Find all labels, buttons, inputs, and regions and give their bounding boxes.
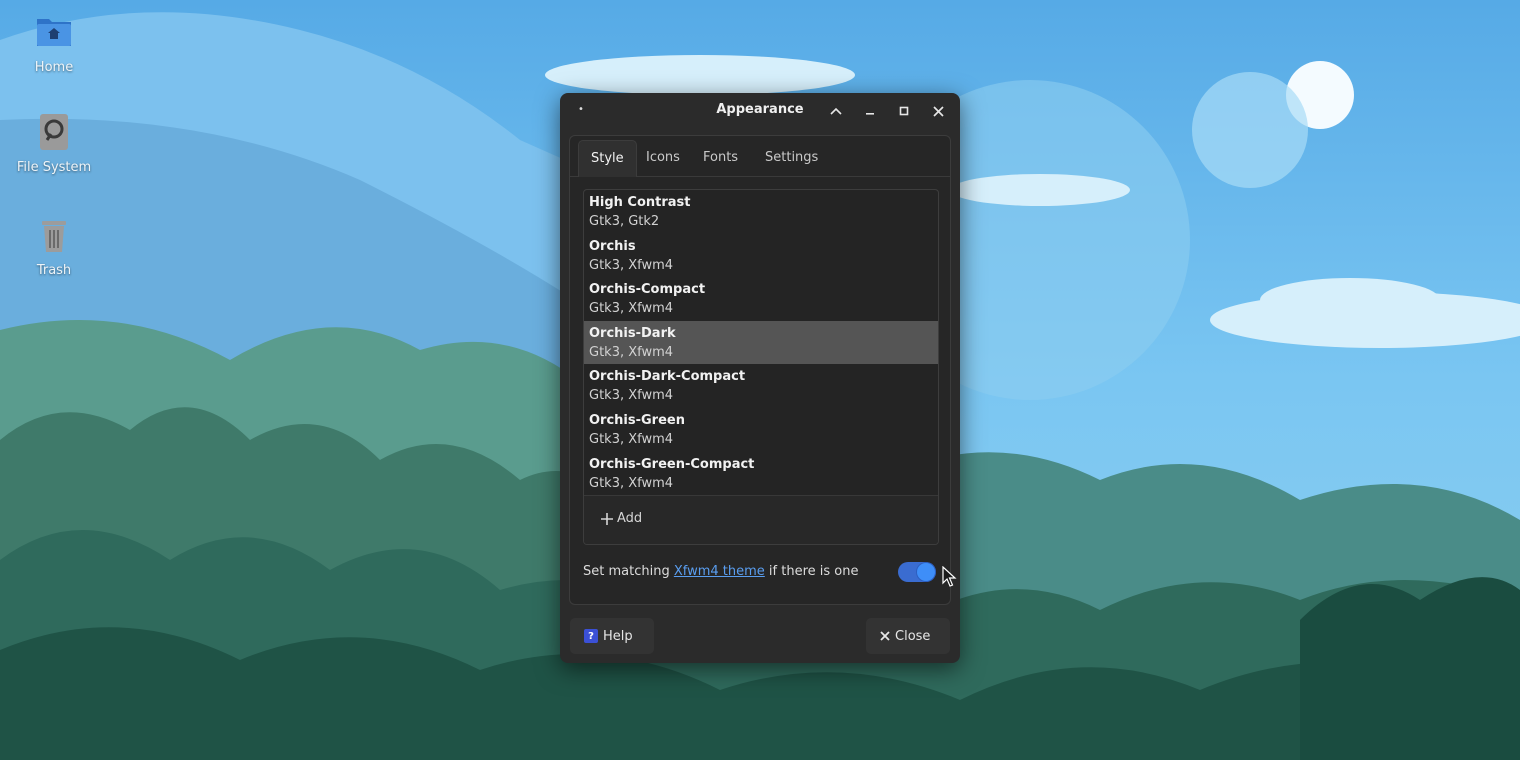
match-theme-toggle[interactable] [898,562,936,582]
appearance-window: • Appearance Style Icons Fonts Settings … [560,93,960,663]
theme-types: Gtk3, Xfwm4 [589,257,674,273]
drive-icon [34,112,74,152]
match-suffix: if there is one [764,564,859,579]
close-button[interactable]: Close [866,618,950,654]
list-item[interactable]: Orchis-Dark-Compact Gtk3, Xfwm4 [584,364,938,408]
close-label: Close [895,628,931,644]
tab-settings[interactable]: Settings [753,140,830,176]
mouse-pointer-icon [942,566,957,587]
theme-name: Orchis-Green-Compact [589,456,755,472]
list-item[interactable]: Orchis-Green Gtk3, Xfwm4 [584,408,938,452]
theme-list[interactable]: High Contrast Gtk3, Gtk2 Orchis Gtk3, Xf… [583,189,939,545]
list-item[interactable]: High Contrast Gtk3, Gtk2 [584,190,938,234]
add-label: Add [617,511,643,526]
desktop-icon-home[interactable]: Home [4,12,104,75]
tab-style[interactable]: Style [578,140,637,177]
plus-icon [601,512,613,525]
match-xfwm-row: Set matching Xfwm4 theme if there is one [583,564,858,579]
add-theme-button[interactable]: Add [600,511,642,526]
list-toolbar: Add [584,495,938,544]
theme-types: Gtk3, Xfwm4 [589,344,674,360]
list-item[interactable]: Orchis-Green-Compact Gtk3, Xfwm4 [584,452,938,496]
help-icon: ? [584,629,598,643]
help-label: Help [603,628,633,644]
tab-bar: Style Icons Fonts Settings [570,136,950,177]
trash-icon [34,215,74,255]
theme-types: Gtk3, Gtk2 [589,214,660,229]
list-item[interactable]: Orchis Gtk3, Xfwm4 [584,234,938,278]
list-item-selected[interactable]: Orchis-Dark Gtk3, Xfwm4 [584,320,938,365]
maximize-button[interactable] [894,101,914,121]
minimize-button[interactable] [860,101,880,121]
tab-icons[interactable]: Icons [634,140,692,176]
minimize-icon [866,113,874,115]
shade-button[interactable] [826,101,846,121]
title-bar[interactable]: • Appearance [560,93,960,129]
home-folder-icon [34,12,74,52]
toggle-knob [917,563,935,581]
match-prefix: Set matching [583,564,674,579]
desktop-icon-trash[interactable]: Trash [4,215,104,278]
theme-name: High Contrast [589,195,691,210]
desktop-icon-label: Trash [36,263,72,278]
close-icon [880,631,890,641]
desktop-icon-file-system[interactable]: File System [4,112,104,175]
help-button[interactable]: ? Help [570,618,654,654]
xfwm4-theme-link[interactable]: Xfwm4 theme [674,564,765,579]
theme-name: Orchis-Dark-Compact [589,369,746,385]
theme-types: Gtk3, Xfwm4 [589,431,674,447]
maximize-icon [899,106,909,116]
theme-name: Orchis [589,238,636,254]
close-window-button[interactable] [928,101,948,121]
theme-types: Gtk3, Xfwm4 [589,301,674,317]
desktop-icon-label: Home [34,60,74,75]
tab-fonts[interactable]: Fonts [691,140,750,176]
desktop-icon-label: File System [16,160,92,175]
close-icon [932,105,944,117]
settings-notebook: Style Icons Fonts Settings High Contrast… [569,135,951,605]
list-item[interactable]: Orchis-Compact Gtk3, Xfwm4 [584,277,938,321]
theme-name: Orchis-Dark [589,325,676,341]
theme-name: Orchis-Compact [589,282,706,298]
theme-types: Gtk3, Xfwm4 [589,388,674,404]
chevron-up-icon [830,107,842,115]
theme-name: Orchis-Green [589,412,685,428]
theme-types: Gtk3, Xfwm4 [589,475,674,491]
